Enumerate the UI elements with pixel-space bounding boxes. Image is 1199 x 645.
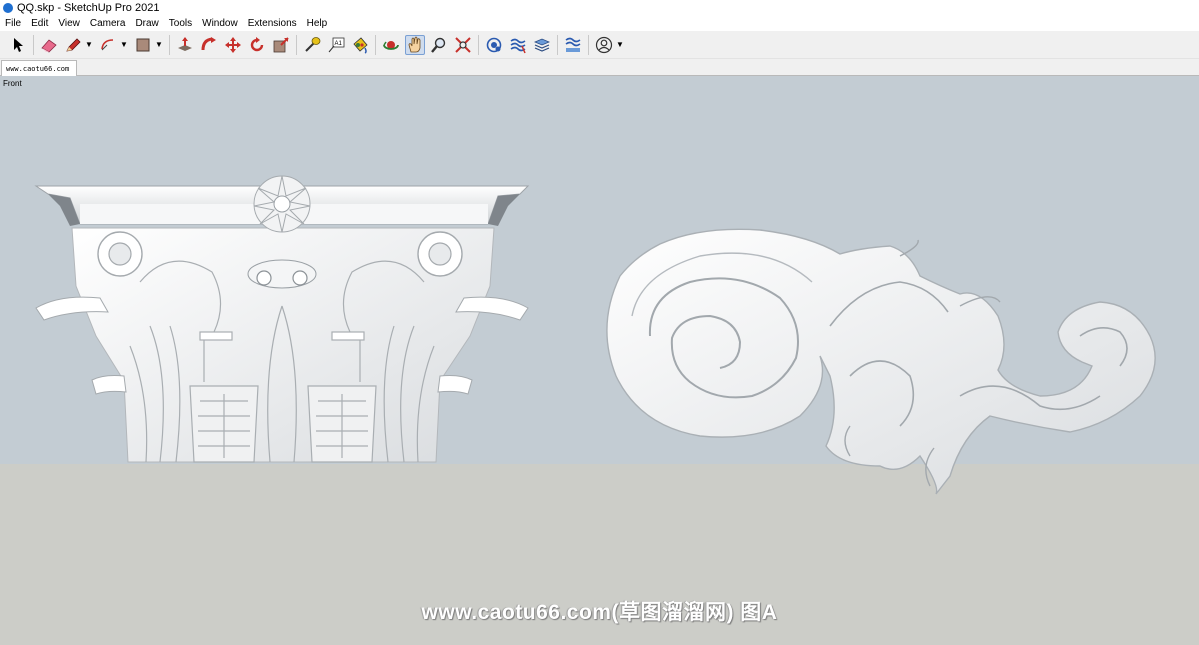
zoom-extents-tool-icon[interactable] [453,35,473,55]
menu-extensions[interactable]: Extensions [248,18,297,29]
corinthian-capital[interactable] [34,175,530,463]
menu-tools[interactable]: Tools [169,18,192,29]
menu-help[interactable]: Help [307,18,328,29]
menu-edit[interactable]: Edit [31,18,48,29]
arc-dropdown-chevron-down-icon[interactable]: ▼ [120,35,128,55]
scene-tab[interactable]: www.caotu66.com [1,60,77,76]
text-tool-icon[interactable]: A1 [326,35,346,55]
scale-tool-icon[interactable] [271,35,291,55]
geo-location-icon[interactable] [484,35,504,55]
push-pull-tool-icon[interactable] [175,35,195,55]
toolbar-separator [33,34,34,55]
model-viewport[interactable]: Front www.caotu66.com(草图溜溜网) 图A [0,76,1199,645]
menu-camera[interactable]: Camera [90,18,126,29]
orbit-tool-icon[interactable] [381,35,401,55]
menu-bar: File Edit View Camera Draw Tools Window … [0,16,1199,31]
menu-file[interactable]: File [5,18,21,29]
pencil-dropdown-chevron-down-icon[interactable]: ▼ [85,35,93,55]
toolbar-separator [169,34,170,55]
watermark-text: www.caotu66.com(草图溜溜网) 图A [421,601,778,624]
styles-tool-icon[interactable] [563,35,583,55]
rectangle-tool-icon[interactable] [133,35,153,55]
window-title: QQ.skp - SketchUp Pro 2021 [17,2,160,14]
toolbar-separator [375,34,376,55]
eraser-tool-icon[interactable] [39,35,59,55]
pan-tool-icon[interactable] [405,34,425,55]
toolbar-separator [296,34,297,55]
zoom-tool-icon[interactable] [429,35,449,55]
main-toolbar: ▼ ▼ ▼ A1 ▼ [0,31,1199,59]
account-dropdown-chevron-down-icon[interactable]: ▼ [616,35,624,55]
title-bar: QQ.skp - SketchUp Pro 2021 [0,0,1199,16]
rotate-tool-icon[interactable] [247,35,267,55]
toolbar-separator [478,34,479,55]
paint-bucket-tool-icon[interactable] [350,35,370,55]
move-tool-icon[interactable] [223,35,243,55]
tape-measure-tool-icon[interactable] [302,35,322,55]
scene-tab-bar: www.caotu66.com [0,59,1199,76]
arc-tool-icon[interactable] [98,35,118,55]
menu-view[interactable]: View [58,18,80,29]
toolbar-separator [557,34,558,55]
acanthus-scroll-ornament[interactable] [606,228,1156,495]
layers-tool-icon[interactable] [532,35,552,55]
rectangle-dropdown-chevron-down-icon[interactable]: ▼ [155,35,163,55]
model-canvas [34,175,1156,495]
rosette-flower [253,175,311,233]
sketchup-app-icon [3,3,13,13]
sandbox-tool-icon[interactable] [508,35,528,55]
select-tool-icon[interactable] [8,35,28,55]
menu-window[interactable]: Window [202,18,238,29]
svg-text:A1: A1 [335,41,343,47]
menu-draw[interactable]: Draw [135,18,158,29]
account-icon[interactable] [594,35,614,55]
pencil-tool-icon[interactable] [63,35,83,55]
toolbar-separator [588,34,589,55]
follow-me-tool-icon[interactable] [199,35,219,55]
